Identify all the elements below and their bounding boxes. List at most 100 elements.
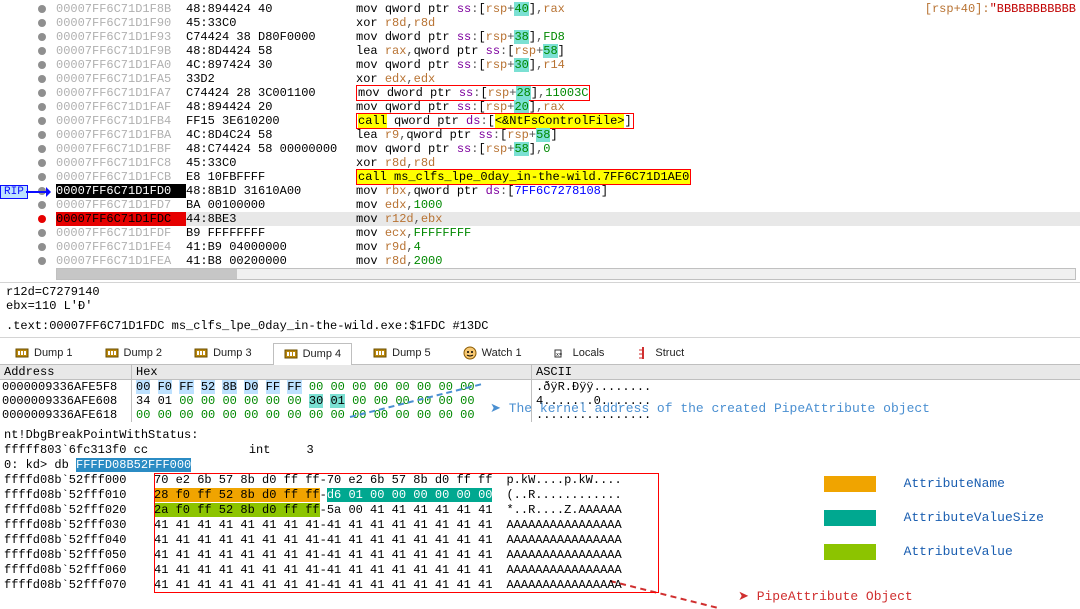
- breakpoint-gutter[interactable]: [26, 226, 56, 240]
- disasm-bytes: 48:894424 40: [186, 2, 356, 16]
- disasm-row[interactable]: 00007FF6C71D1FB4FF15 3E610200call qword …: [26, 114, 1080, 128]
- dump-hex: 00 00 00 00 00 00 00 00 00 00 00 00 00 0…: [132, 408, 532, 422]
- disasm-address: 00007FF6C71D1FCB: [56, 170, 186, 184]
- disasm-address: 00007FF6C71D1F9B: [56, 44, 186, 58]
- breakpoint-gutter[interactable]: [26, 2, 56, 16]
- tab-label: Locals: [573, 346, 605, 360]
- disasm-row[interactable]: 00007FF6C71D1FCBE8 10FBFFFFcall ms_clfs_…: [26, 170, 1080, 184]
- disasm-mnemonic: mov qword ptr ss:[rsp+58],0: [356, 142, 1080, 156]
- dump-header-row: Address Hex ASCII: [0, 365, 1080, 380]
- mem-icon: [284, 347, 298, 361]
- breakpoint-dot-enabled[interactable]: [38, 215, 46, 223]
- tab-locals[interactable]: Locals: [543, 342, 616, 364]
- disasm-mnemonic: mov dword ptr ss:[rsp+38],FD8: [356, 30, 1080, 44]
- disasm-row[interactable]: 00007FF6C71D1FBF48:C74424 58 00000000mov…: [26, 142, 1080, 156]
- disasm-bytes: 4C:897424 30: [186, 58, 356, 72]
- dump-col-ascii: ASCII: [532, 365, 712, 379]
- breakpoint-dot[interactable]: [38, 257, 46, 265]
- breakpoint-dot[interactable]: [38, 89, 46, 97]
- breakpoint-dot[interactable]: [38, 159, 46, 167]
- dump-col-address: Address: [2, 365, 132, 379]
- status-line: r12d=C7279140: [6, 285, 1074, 299]
- disasm-address: 00007FF6C71D1FBA: [56, 128, 186, 142]
- breakpoint-dot[interactable]: [38, 201, 46, 209]
- breakpoint-gutter[interactable]: [26, 212, 56, 226]
- tab-dump-4[interactable]: Dump 4: [273, 343, 353, 365]
- breakpoint-gutter[interactable]: [26, 30, 56, 44]
- tab-dump-2[interactable]: Dump 2: [94, 342, 174, 364]
- mem-icon: [194, 346, 208, 360]
- mem-icon: [373, 346, 387, 360]
- disasm-row[interactable]: 00007FF6C71D1FD7BA 00100000mov edx,1000: [26, 198, 1080, 212]
- db-ascii: AAAAAAAAAAAAAAAA: [492, 563, 621, 578]
- db-hex: 41 41 41 41 41 41 41 41-41 41 41 41 41 4…: [154, 533, 492, 548]
- breakpoint-gutter[interactable]: [26, 58, 56, 72]
- breakpoint-dot[interactable]: [38, 229, 46, 237]
- tab-struct[interactable]: Struct: [625, 342, 695, 364]
- tab-dump-5[interactable]: Dump 5: [362, 342, 442, 364]
- breakpoint-gutter[interactable]: [26, 142, 56, 156]
- breakpoint-gutter[interactable]: [26, 128, 56, 142]
- breakpoint-dot[interactable]: [38, 103, 46, 111]
- disasm-address: 00007FF6C71D1FAF: [56, 100, 186, 114]
- breakpoint-gutter[interactable]: [26, 114, 56, 128]
- disasm-row[interactable]: 00007FF6C71D1FDFB9 FFFFFFFFmov ecx,FFFFF…: [26, 226, 1080, 240]
- disasm-row[interactable]: 00007FF6C71D1FE441:B9 04000000mov r9d,4: [26, 240, 1080, 254]
- breakpoint-dot[interactable]: [38, 173, 46, 181]
- disasm-row[interactable]: 00007FF6C71D1FA7C74424 28 3C001100mov dw…: [26, 86, 1080, 100]
- disasm-bytes: 33D2: [186, 72, 356, 86]
- breakpoint-dot[interactable]: [38, 75, 46, 83]
- windbg-output: ➤ The kernel address of the created Pipe…: [0, 422, 1080, 601]
- disassembly-hscroll[interactable]: [56, 268, 1076, 280]
- db-addr: ffffd08b`52fff050: [4, 548, 154, 563]
- breakpoint-gutter[interactable]: [26, 170, 56, 184]
- tab-dump-3[interactable]: Dump 3: [183, 342, 263, 364]
- breakpoint-dot[interactable]: [38, 117, 46, 125]
- breakpoint-dot[interactable]: [38, 47, 46, 55]
- disasm-row[interactable]: 00007FF6C71D1F8B48:894424 40mov qword pt…: [26, 2, 1080, 16]
- disasm-row[interactable]: 00007FF6C71D1F93C74424 38 D80F0000mov dw…: [26, 30, 1080, 44]
- dump-row[interactable]: 0000009336AFE5F800 F0 FF 52 8B D0 FF FF …: [0, 380, 1080, 394]
- breakpoint-dot[interactable]: [38, 19, 46, 27]
- disasm-bytes: 48:8B1D 31610A00: [186, 184, 356, 198]
- disasm-row[interactable]: 00007FF6C71D1FC845:33C0xor r8d,r8d: [26, 156, 1080, 170]
- disasm-row[interactable]: 00007FF6C71D1FAF48:894424 20mov qword pt…: [26, 100, 1080, 114]
- disasm-row[interactable]: 00007FF6C71D1FA533D2xor edx,edx: [26, 72, 1080, 86]
- dump-addr: 0000009336AFE5F8: [2, 380, 132, 394]
- disasm-address: 00007FF6C71D1F90: [56, 16, 186, 30]
- disasm-mnemonic: xor r8d,r8d: [356, 16, 1080, 30]
- disasm-row[interactable]: 00007FF6C71D1FDC44:8BE3mov r12d,ebx: [26, 212, 1080, 226]
- breakpoint-gutter[interactable]: [26, 72, 56, 86]
- tab-dump-1[interactable]: Dump 1: [4, 342, 84, 364]
- disasm-mnemonic: call ms_clfs_lpe_0day_in-the-wild.7FF6C7…: [356, 170, 1080, 184]
- windbg-break-label: nt!DbgBreakPointWithStatus:: [4, 428, 1076, 443]
- scrollbar-thumb[interactable]: [57, 269, 237, 279]
- disasm-row[interactable]: 00007FF6C71D1F9045:33C0xor r8d,r8d: [26, 16, 1080, 30]
- breakpoint-gutter[interactable]: [26, 198, 56, 212]
- breakpoint-gutter[interactable]: [26, 100, 56, 114]
- disasm-mnemonic: mov dword ptr ss:[rsp+28],11003C: [356, 86, 1080, 100]
- windbg-prompt-row[interactable]: 0: kd> db FFFFD08B52FFF000: [4, 458, 1076, 473]
- disasm-row[interactable]: 00007FF6C71D1FD048:8B1D 31610A00mov rbx,…: [26, 184, 1080, 198]
- disasm-row[interactable]: 00007FF6C71D1FEA41:B8 00200000mov r8d,20…: [26, 254, 1080, 268]
- breakpoint-gutter[interactable]: [26, 16, 56, 30]
- breakpoint-gutter[interactable]: [26, 86, 56, 100]
- tab-watch-1[interactable]: Watch 1: [452, 342, 533, 364]
- breakpoint-gutter[interactable]: [26, 254, 56, 268]
- disasm-row[interactable]: 00007FF6C71D1FA04C:897424 30mov qword pt…: [26, 58, 1080, 72]
- breakpoint-dot[interactable]: [38, 33, 46, 41]
- breakpoint-gutter[interactable]: [26, 44, 56, 58]
- dump-hex: 34 01 00 00 00 00 00 00 30 01 00 00 00 0…: [132, 394, 532, 408]
- breakpoint-dot[interactable]: [38, 61, 46, 69]
- disasm-row[interactable]: 00007FF6C71D1FBA4C:8D4C24 58lea r9,qword…: [26, 128, 1080, 142]
- breakpoint-gutter[interactable]: [26, 240, 56, 254]
- breakpoint-dot[interactable]: [38, 5, 46, 13]
- disasm-row[interactable]: 00007FF6C71D1F9B48:8D4424 58lea rax,qwor…: [26, 44, 1080, 58]
- breakpoint-dot[interactable]: [38, 131, 46, 139]
- disasm-bytes: BA 00100000: [186, 198, 356, 212]
- disasm-mnemonic: mov rbx,qword ptr ds:[7FF6C7278108]: [356, 184, 1080, 198]
- breakpoint-gutter[interactable]: [26, 156, 56, 170]
- watch-icon: [463, 346, 477, 360]
- breakpoint-dot[interactable]: [38, 145, 46, 153]
- breakpoint-dot[interactable]: [38, 243, 46, 251]
